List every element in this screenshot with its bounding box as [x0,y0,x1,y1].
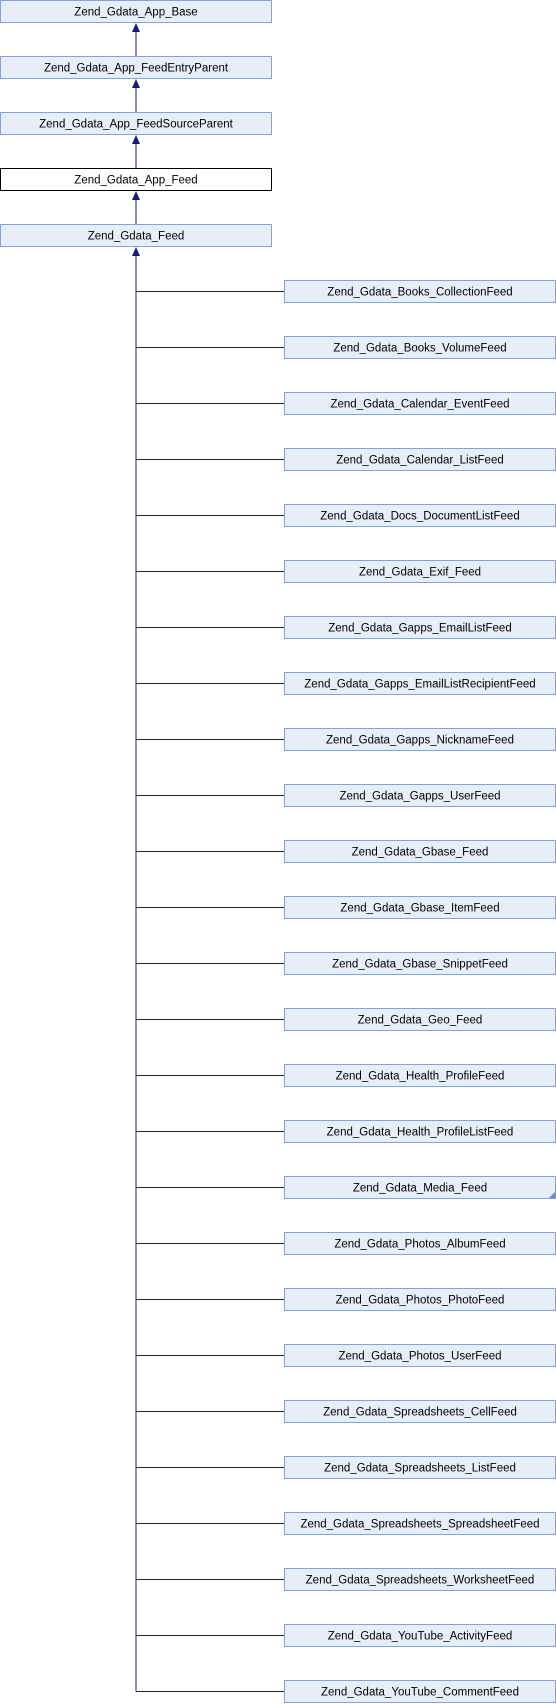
class-node-zend-gdata-calendar-listfeed[interactable]: Zend_Gdata_Calendar_ListFeed [284,448,556,471]
class-node-zend-gdata-spreadsheets-cellfeed[interactable]: Zend_Gdata_Spreadsheets_CellFeed [284,1400,556,1423]
class-node-zend-gdata-photos-photofeed[interactable]: Zend_Gdata_Photos_PhotoFeed [284,1288,556,1311]
class-node-zend-gdata-health-profilelistfeed[interactable]: Zend_Gdata_Health_ProfileListFeed [284,1120,556,1143]
class-node-label: Zend_Gdata_Photos_AlbumFeed [334,1239,505,1251]
class-node-label: Zend_Gdata_Feed [88,231,185,243]
inheritance-arrowhead [132,135,140,144]
class-node-label: Zend_Gdata_Health_ProfileFeed [336,1071,505,1083]
class-node-label: Zend_Gdata_App_Feed [74,175,197,187]
class-node-zend-gdata-docs-documentlistfeed[interactable]: Zend_Gdata_Docs_DocumentListFeed [284,504,556,527]
inheritance-edges [132,23,284,1692]
class-node-label: Zend_Gdata_Calendar_ListFeed [336,455,504,467]
class-node-label: Zend_Gdata_Geo_Feed [358,1015,483,1027]
class-node-label: Zend_Gdata_Gapps_UserFeed [339,791,500,803]
class-node-label: Zend_Gdata_Gapps_EmailListFeed [328,623,511,635]
class-node-label: Zend_Gdata_Media_Feed [353,1183,487,1195]
class-node-zend-gdata-books-volumefeed[interactable]: Zend_Gdata_Books_VolumeFeed [284,336,556,359]
class-node-zend-gdata-app-feed[interactable]: Zend_Gdata_App_Feed [0,168,272,191]
class-node-label: Zend_Gdata_YouTube_ActivityFeed [328,1631,513,1643]
class-node-label: Zend_Gdata_Exif_Feed [359,567,481,579]
class-node-zend-gdata-gapps-emaillistfeed[interactable]: Zend_Gdata_Gapps_EmailListFeed [284,616,556,639]
inheritance-arrowhead [132,79,140,88]
class-node-zend-gdata-spreadsheets-spreadsheetfeed[interactable]: Zend_Gdata_Spreadsheets_SpreadsheetFeed [284,1512,556,1535]
class-node-zend-gdata-spreadsheets-worksheetfeed[interactable]: Zend_Gdata_Spreadsheets_WorksheetFeed [284,1568,556,1591]
class-node-zend-gdata-geo-feed[interactable]: Zend_Gdata_Geo_Feed [284,1008,556,1031]
class-node-label: Zend_Gdata_Docs_DocumentListFeed [320,511,519,523]
class-node-zend-gdata-gbase-itemfeed[interactable]: Zend_Gdata_Gbase_ItemFeed [284,896,556,919]
class-node-zend-gdata-gapps-userfeed[interactable]: Zend_Gdata_Gapps_UserFeed [284,784,556,807]
class-node-label: Zend_Gdata_Photos_UserFeed [338,1351,501,1363]
class-node-zend-gdata-calendar-eventfeed[interactable]: Zend_Gdata_Calendar_EventFeed [284,392,556,415]
class-node-zend-gdata-app-base[interactable]: Zend_Gdata_App_Base [0,0,272,23]
class-node-label: Zend_Gdata_Photos_PhotoFeed [336,1295,505,1307]
class-node-label: Zend_Gdata_Spreadsheets_ListFeed [324,1463,516,1475]
class-node-zend-gdata-exif-feed[interactable]: Zend_Gdata_Exif_Feed [284,560,556,583]
class-node-zend-gdata-youtube-commentfeed[interactable]: Zend_Gdata_YouTube_CommentFeed [284,1680,556,1703]
class-node-zend-gdata-photos-albumfeed[interactable]: Zend_Gdata_Photos_AlbumFeed [284,1232,556,1255]
class-node-zend-gdata-gbase-feed[interactable]: Zend_Gdata_Gbase_Feed [284,840,556,863]
class-node-label: Zend_Gdata_App_FeedEntryParent [44,63,229,75]
class-node-label: Zend_Gdata_Gbase_Feed [352,847,489,859]
class-node-zend-gdata-app-feedsourceparent[interactable]: Zend_Gdata_App_FeedSourceParent [0,112,272,135]
class-node-label: Zend_Gdata_YouTube_CommentFeed [321,1687,519,1699]
class-node-label: Zend_Gdata_Health_ProfileListFeed [327,1127,514,1139]
class-node-zend-gdata-youtube-activityfeed[interactable]: Zend_Gdata_YouTube_ActivityFeed [284,1624,556,1647]
class-node-zend-gdata-gbase-snippetfeed[interactable]: Zend_Gdata_Gbase_SnippetFeed [284,952,556,975]
inheritance-diagram: Zend_Gdata_App_Base Zend_Gdata_App_FeedEn… [0,0,556,1703]
class-node-label: Zend_Gdata_Calendar_EventFeed [330,399,509,411]
class-node-zend-gdata-feed[interactable]: Zend_Gdata_Feed [0,224,272,247]
class-node-label: Zend_Gdata_Gbase_SnippetFeed [332,959,508,971]
class-node-zend-gdata-spreadsheets-listfeed[interactable]: Zend_Gdata_Spreadsheets_ListFeed [284,1456,556,1479]
class-node-label: Zend_Gdata_Spreadsheets_SpreadsheetFeed [300,1519,539,1531]
class-node-label: Zend_Gdata_App_FeedSourceParent [39,119,234,131]
class-node-label: Zend_Gdata_Gbase_ItemFeed [340,903,499,915]
inheritance-arrowhead [132,23,140,32]
class-node-label: Zend_Gdata_App_Base [74,7,197,19]
inheritance-arrowhead [132,191,140,200]
class-node-label: Zend_Gdata_Books_VolumeFeed [333,343,506,355]
class-node-zend-gdata-media-feed[interactable]: Zend_Gdata_Media_Feed [284,1176,556,1199]
class-node-zend-gdata-health-profilefeed[interactable]: Zend_Gdata_Health_ProfileFeed [284,1064,556,1087]
class-node-zend-gdata-photos-userfeed[interactable]: Zend_Gdata_Photos_UserFeed [284,1344,556,1367]
class-node-label: Zend_Gdata_Gapps_NicknameFeed [326,735,514,747]
class-node-label: Zend_Gdata_Spreadsheets_WorksheetFeed [306,1575,535,1587]
class-node-label: Zend_Gdata_Spreadsheets_CellFeed [323,1407,517,1419]
class-node-zend-gdata-app-feedentryparent[interactable]: Zend_Gdata_App_FeedEntryParent [0,56,272,79]
class-node-label: Zend_Gdata_Gapps_EmailListRecipientFeed [304,679,535,691]
class-node-zend-gdata-gapps-emaillistrecipientfeed[interactable]: Zend_Gdata_Gapps_EmailListRecipientFeed [284,672,556,695]
class-node-label: Zend_Gdata_Books_CollectionFeed [327,287,512,299]
class-node-zend-gdata-books-collectionfeed[interactable]: Zend_Gdata_Books_CollectionFeed [284,280,556,303]
class-node-zend-gdata-gapps-nicknamefeed[interactable]: Zend_Gdata_Gapps_NicknameFeed [284,728,556,751]
inheritance-arrowhead [132,247,140,256]
